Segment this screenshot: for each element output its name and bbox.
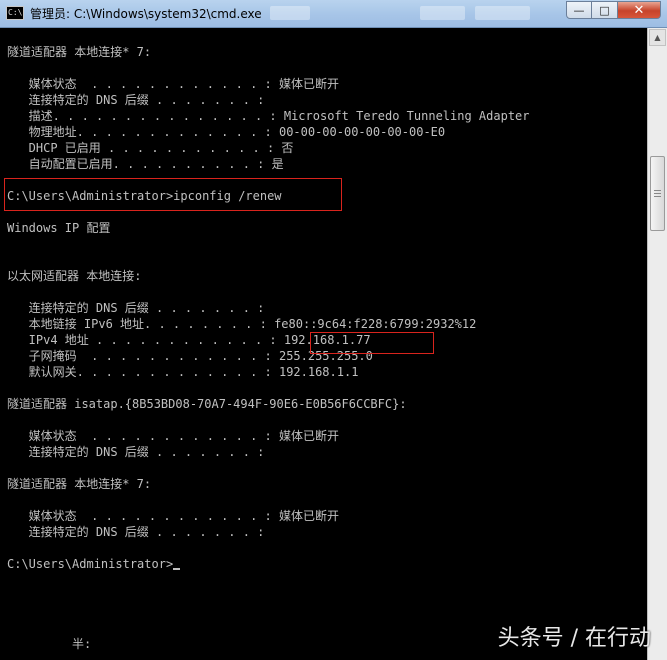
background-tab-ghost: [475, 6, 530, 20]
console-line: 物理地址. . . . . . . . . . . . . : 00-00-00…: [7, 125, 446, 139]
console-line: 描述. . . . . . . . . . . . . . . : Micros…: [7, 109, 530, 123]
console-line: C:\Users\Administrator>: [7, 556, 181, 572]
background-tab-ghost: [420, 6, 465, 20]
console-line: DHCP 已启用 . . . . . . . . . . . : 否: [7, 141, 294, 155]
grip-icon: [654, 193, 661, 194]
vertical-scrollbar[interactable]: ▲: [647, 28, 667, 660]
console-line: 媒体状态 . . . . . . . . . . . . : 媒体已断开: [7, 429, 339, 443]
console-line: 隧道适配器 本地连接* 7:: [7, 45, 152, 59]
scroll-thumb[interactable]: [650, 156, 665, 231]
console-line: Windows IP 配置: [7, 221, 111, 235]
console-line: 连接特定的 DNS 后缀 . . . . . . . :: [7, 445, 265, 459]
console-line: 媒体状态 . . . . . . . . . . . . : 媒体已断开: [7, 509, 339, 523]
cmd-icon[interactable]: C:\: [6, 6, 24, 20]
text-cursor: [173, 568, 181, 570]
highlight-ipv4-address: [310, 332, 434, 354]
window-title: 管理员: C:\Windows\system32\cmd.exe: [30, 7, 262, 21]
maximize-button[interactable]: □: [592, 1, 618, 19]
minimize-button[interactable]: —: [566, 1, 592, 19]
title-bar[interactable]: C:\ 管理员: C:\Windows\system32\cmd.exe — □…: [0, 0, 667, 28]
console-line: 连接特定的 DNS 后缀 . . . . . . . :: [7, 93, 265, 107]
console-line: 连接特定的 DNS 后缀 . . . . . . . :: [7, 301, 265, 315]
console-line: 连接特定的 DNS 后缀 . . . . . . . :: [7, 525, 265, 539]
window-controls: — □ ✕: [566, 1, 661, 19]
console-line: 隧道适配器 isatap.{8B53BD08-70A7-494F-90E6-E0…: [7, 397, 407, 411]
console-line: 隧道适配器 本地连接* 7:: [7, 477, 152, 491]
watermark: 头条号 / 在行动: [497, 626, 651, 651]
console-line: 以太网适配器 本地连接:: [7, 269, 142, 283]
scroll-up-icon[interactable]: ▲: [649, 29, 666, 46]
highlight-renew-command: [4, 178, 342, 211]
background-tab-ghost: [270, 6, 310, 20]
console-line: 半:: [7, 637, 92, 651]
console-line: 媒体状态 . . . . . . . . . . . . : 媒体已断开: [7, 77, 339, 91]
console-line: 默认网关. . . . . . . . . . . . . : 192.168.…: [7, 365, 359, 379]
grip-icon: [654, 196, 661, 197]
grip-icon: [654, 190, 661, 191]
console-line: 自动配置已启用. . . . . . . . . . : 是: [7, 157, 284, 171]
console-line: 本地链接 IPv6 地址. . . . . . . . : fe80::9c64…: [7, 317, 477, 331]
close-button[interactable]: ✕: [618, 1, 661, 19]
